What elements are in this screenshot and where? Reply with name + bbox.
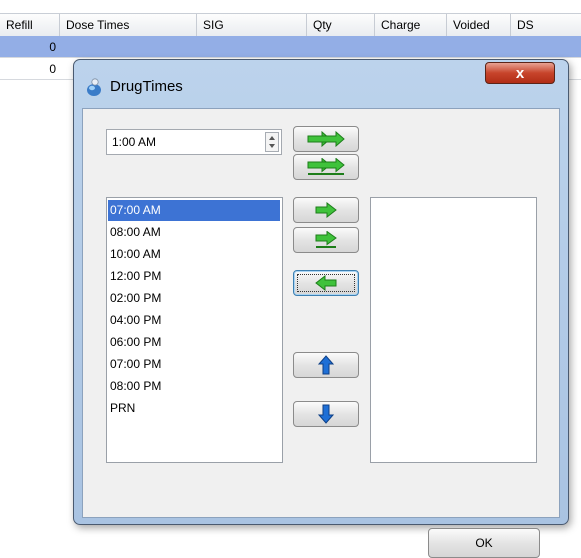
spinner-down-icon[interactable] xyxy=(269,144,275,148)
spinner-up-icon[interactable] xyxy=(269,136,275,140)
list-item[interactable]: 06:00 PM xyxy=(108,332,280,353)
ok-button[interactable]: OK xyxy=(428,528,540,558)
list-item[interactable]: 02:00 PM xyxy=(108,288,280,309)
move-right-button[interactable] xyxy=(293,197,359,223)
list-item[interactable]: 07:00 AM xyxy=(108,200,280,221)
spinner-buttons[interactable] xyxy=(265,132,279,152)
add-time-all-button[interactable] xyxy=(293,154,359,180)
arrow-right-underline-icon xyxy=(315,231,337,248)
list-item[interactable]: PRN xyxy=(108,398,280,419)
header-ds[interactable]: DS xyxy=(511,14,581,36)
available-times-list[interactable]: 07:00 AM 08:00 AM 10:00 AM 12:00 PM 02:0… xyxy=(106,197,283,463)
selected-times-list[interactable] xyxy=(370,197,537,463)
close-button[interactable]: x xyxy=(485,62,555,84)
double-arrow-right-icon xyxy=(307,131,345,147)
table-row[interactable]: 0 xyxy=(0,36,581,58)
drugtimes-dialog: DrugTimes x 1:00 AM 07:00 AM 08:00 AM 10… xyxy=(73,59,569,558)
app-icon xyxy=(87,78,101,96)
cell-refill: 0 xyxy=(49,62,56,76)
list-item[interactable]: 08:00 PM xyxy=(108,376,280,397)
arrow-right-icon xyxy=(315,202,337,218)
dialog-title: DrugTimes xyxy=(110,78,183,95)
header-sig[interactable]: SIG xyxy=(197,14,307,36)
arrow-up-icon xyxy=(318,355,334,375)
header-voided[interactable]: Voided xyxy=(447,14,511,36)
move-up-button[interactable] xyxy=(293,352,359,378)
arrow-down-icon xyxy=(318,404,334,424)
time-spinner-value: 1:00 AM xyxy=(112,135,157,149)
list-item[interactable]: 12:00 PM xyxy=(108,266,280,287)
move-right-all-button[interactable] xyxy=(293,227,359,253)
dialog-body: 1:00 AM 07:00 AM 08:00 AM 10:00 AM 12:00… xyxy=(82,108,560,558)
move-down-button[interactable] xyxy=(293,401,359,427)
grid-header: Refill Dose Times SIG Qty Charge Voided … xyxy=(0,13,581,37)
header-charge[interactable]: Charge xyxy=(375,14,447,36)
header-qty[interactable]: Qty xyxy=(307,14,375,36)
time-spinner[interactable]: 1:00 AM xyxy=(106,129,282,155)
add-time-button[interactable] xyxy=(293,126,359,152)
move-left-button[interactable] xyxy=(293,270,359,296)
header-refill[interactable]: Refill xyxy=(0,14,60,36)
list-item[interactable]: 04:00 PM xyxy=(108,310,280,331)
list-item[interactable]: 08:00 AM xyxy=(108,222,280,243)
list-item[interactable]: 07:00 PM xyxy=(108,354,280,375)
arrow-left-icon xyxy=(315,275,337,291)
double-arrow-right-underline-icon xyxy=(307,158,345,175)
cell-refill: 0 xyxy=(49,40,56,54)
list-item[interactable]: 10:00 AM xyxy=(108,244,280,265)
header-dose-times[interactable]: Dose Times xyxy=(60,14,197,36)
